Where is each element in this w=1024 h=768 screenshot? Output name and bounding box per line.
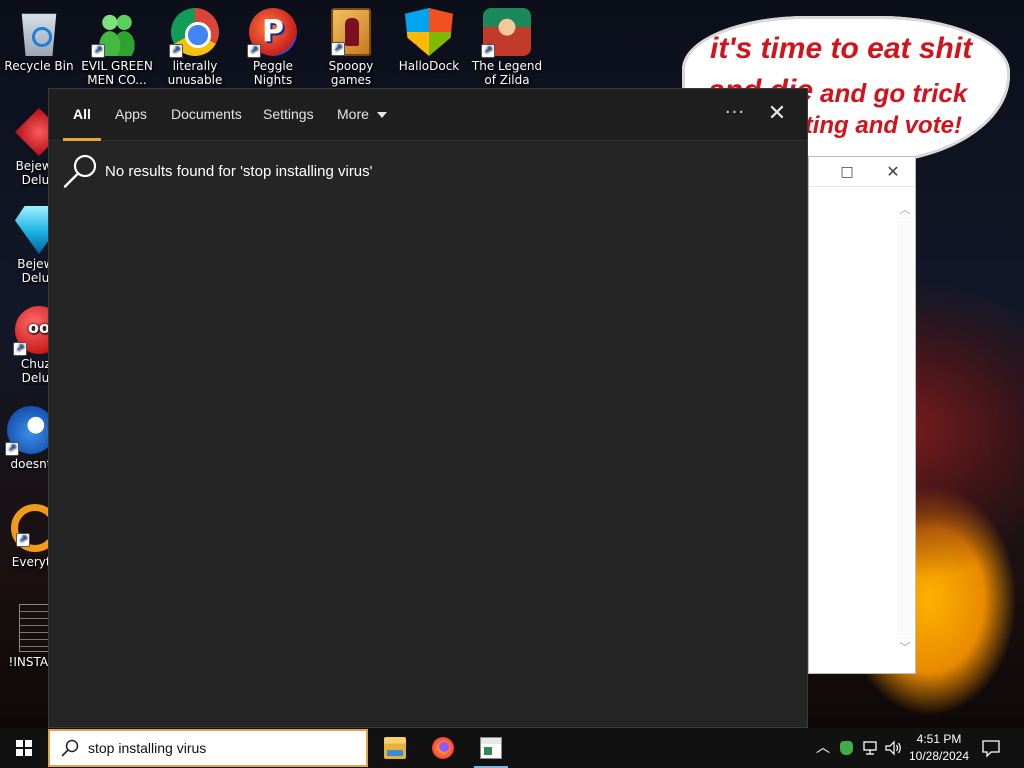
window-titlebar[interactable]: □ ✕ — [809, 157, 915, 187]
peggle-icon: ↗ — [247, 8, 297, 58]
volume-icon[interactable] — [884, 739, 904, 757]
tab-settings[interactable]: Settings — [263, 89, 314, 141]
desktop-icon-literally-unusable[interactable]: ↗ literally unusable — [156, 4, 234, 87]
shortcut-arrow-icon: ↗ — [16, 533, 30, 547]
desktop-icon-evil-green-men[interactable]: ↗ EVIL GREEN MEN CO... — [78, 4, 156, 87]
search-panel-header: All Apps Documents Settings More ··· ✕ — [49, 89, 807, 141]
windows-logo-icon — [16, 740, 32, 756]
tray-green-app-icon[interactable] — [838, 739, 854, 757]
desktop-icon-label: HalloDock — [398, 59, 460, 73]
chevron-down-icon — [376, 112, 387, 119]
shortcut-arrow-icon: ↗ — [169, 44, 183, 58]
taskbar-search-box[interactable]: stop installing virus — [48, 729, 368, 767]
recycle-bin-icon — [21, 13, 57, 56]
search-input[interactable]: stop installing virus — [88, 740, 206, 756]
vertical-scrollbar[interactable] — [897, 217, 913, 639]
taskbar: stop installing virus ︿ 4:51 PM 10/28/20… — [0, 728, 1024, 768]
desktop-icon-label: The Legend of Zilda — [471, 59, 543, 87]
desktop-icon-recycle-bin[interactable]: Recycle Bin — [0, 4, 78, 73]
shortcut-arrow-icon: ↗ — [15, 144, 27, 156]
taskbar-app-window[interactable] — [468, 728, 514, 768]
maximize-button[interactable]: □ — [833, 161, 861, 183]
scroll-up-icon[interactable]: ︿ — [897, 201, 913, 217]
close-panel-button[interactable]: ✕ — [761, 99, 793, 131]
shortcut-arrow-icon: ↗ — [91, 44, 105, 58]
no-results-message: No results found for 'stop installing vi… — [105, 162, 373, 180]
app-window-icon — [480, 737, 502, 759]
shield-icon: ↗ — [405, 8, 453, 56]
desktop-icon-spoopy-games[interactable]: ↗ Spoopy games — [312, 4, 390, 87]
close-button[interactable]: ✕ — [879, 161, 907, 183]
taskbar-file-explorer[interactable] — [372, 728, 418, 768]
network-icon[interactable] — [862, 739, 880, 757]
desktop-icon-label: literally unusable — [167, 59, 223, 87]
more-options-button[interactable]: ··· — [719, 99, 751, 131]
shortcut-arrow-icon: ↗ — [247, 44, 261, 58]
tab-apps[interactable]: Apps — [115, 89, 147, 141]
zilda-character-icon: ↗ — [481, 8, 531, 58]
chrome-icon: ↗ — [169, 8, 219, 58]
desktop-icon-peggle-nights[interactable]: ↗ Peggle Nights Deluxe — [234, 4, 312, 101]
desktop-icon-legend-of-zilda[interactable]: ↗ The Legend of Zilda — [468, 4, 546, 87]
scroll-down-icon[interactable]: ﹀ — [897, 639, 913, 655]
shortcut-arrow-icon: ↗ — [5, 442, 19, 456]
desktop-icon-label: Spoopy games — [328, 59, 374, 87]
shortcut-arrow-icon: ↗ — [405, 44, 417, 56]
tab-all[interactable]: All — [63, 89, 101, 141]
shortcut-arrow-icon: ↗ — [331, 42, 345, 56]
green-app-glyph — [840, 741, 853, 755]
clock-time: 4:51 PM — [916, 732, 962, 746]
show-hidden-icons-button[interactable]: ︿ — [814, 738, 832, 758]
taskbar-clock[interactable]: 4:51 PM 10/28/2024 — [904, 731, 974, 765]
text-document-icon — [19, 604, 51, 652]
green-men-icon: ↗ — [91, 8, 141, 58]
search-icon — [60, 738, 80, 758]
tab-documents[interactable]: Documents — [171, 89, 242, 141]
start-button[interactable] — [0, 728, 48, 768]
folder-games-icon: ↗ — [331, 8, 371, 56]
desktop-icon-label: Recycle Bin — [4, 59, 74, 73]
clock-date: 10/28/2024 — [908, 749, 970, 763]
search-panel: All Apps Documents Settings More ··· ✕ N… — [48, 88, 808, 728]
shortcut-arrow-icon: ↗ — [481, 44, 495, 58]
notifications-icon[interactable] — [980, 738, 1002, 758]
no-results-row: No results found for 'stop installing vi… — [61, 151, 373, 191]
file-explorer-icon — [384, 737, 406, 759]
shortcut-arrow-icon: ↗ — [15, 242, 27, 254]
firefox-icon — [432, 737, 454, 759]
search-icon — [61, 151, 101, 191]
bubble-line-1: it's time to eat shit — [710, 32, 973, 65]
bubble-line-3: and go trick — [820, 78, 968, 108]
background-window[interactable]: □ ✕ ︿ ﹀ — [808, 156, 916, 674]
taskbar-firefox[interactable] — [420, 728, 466, 768]
shortcut-arrow-icon: ↗ — [13, 342, 27, 356]
desktop-icon-hallodock[interactable]: ↗ HalloDock — [390, 4, 468, 73]
desktop-icon-label: EVIL GREEN MEN CO... — [81, 59, 153, 87]
tab-more-label: More — [337, 106, 369, 122]
tab-more[interactable]: More — [337, 89, 387, 141]
